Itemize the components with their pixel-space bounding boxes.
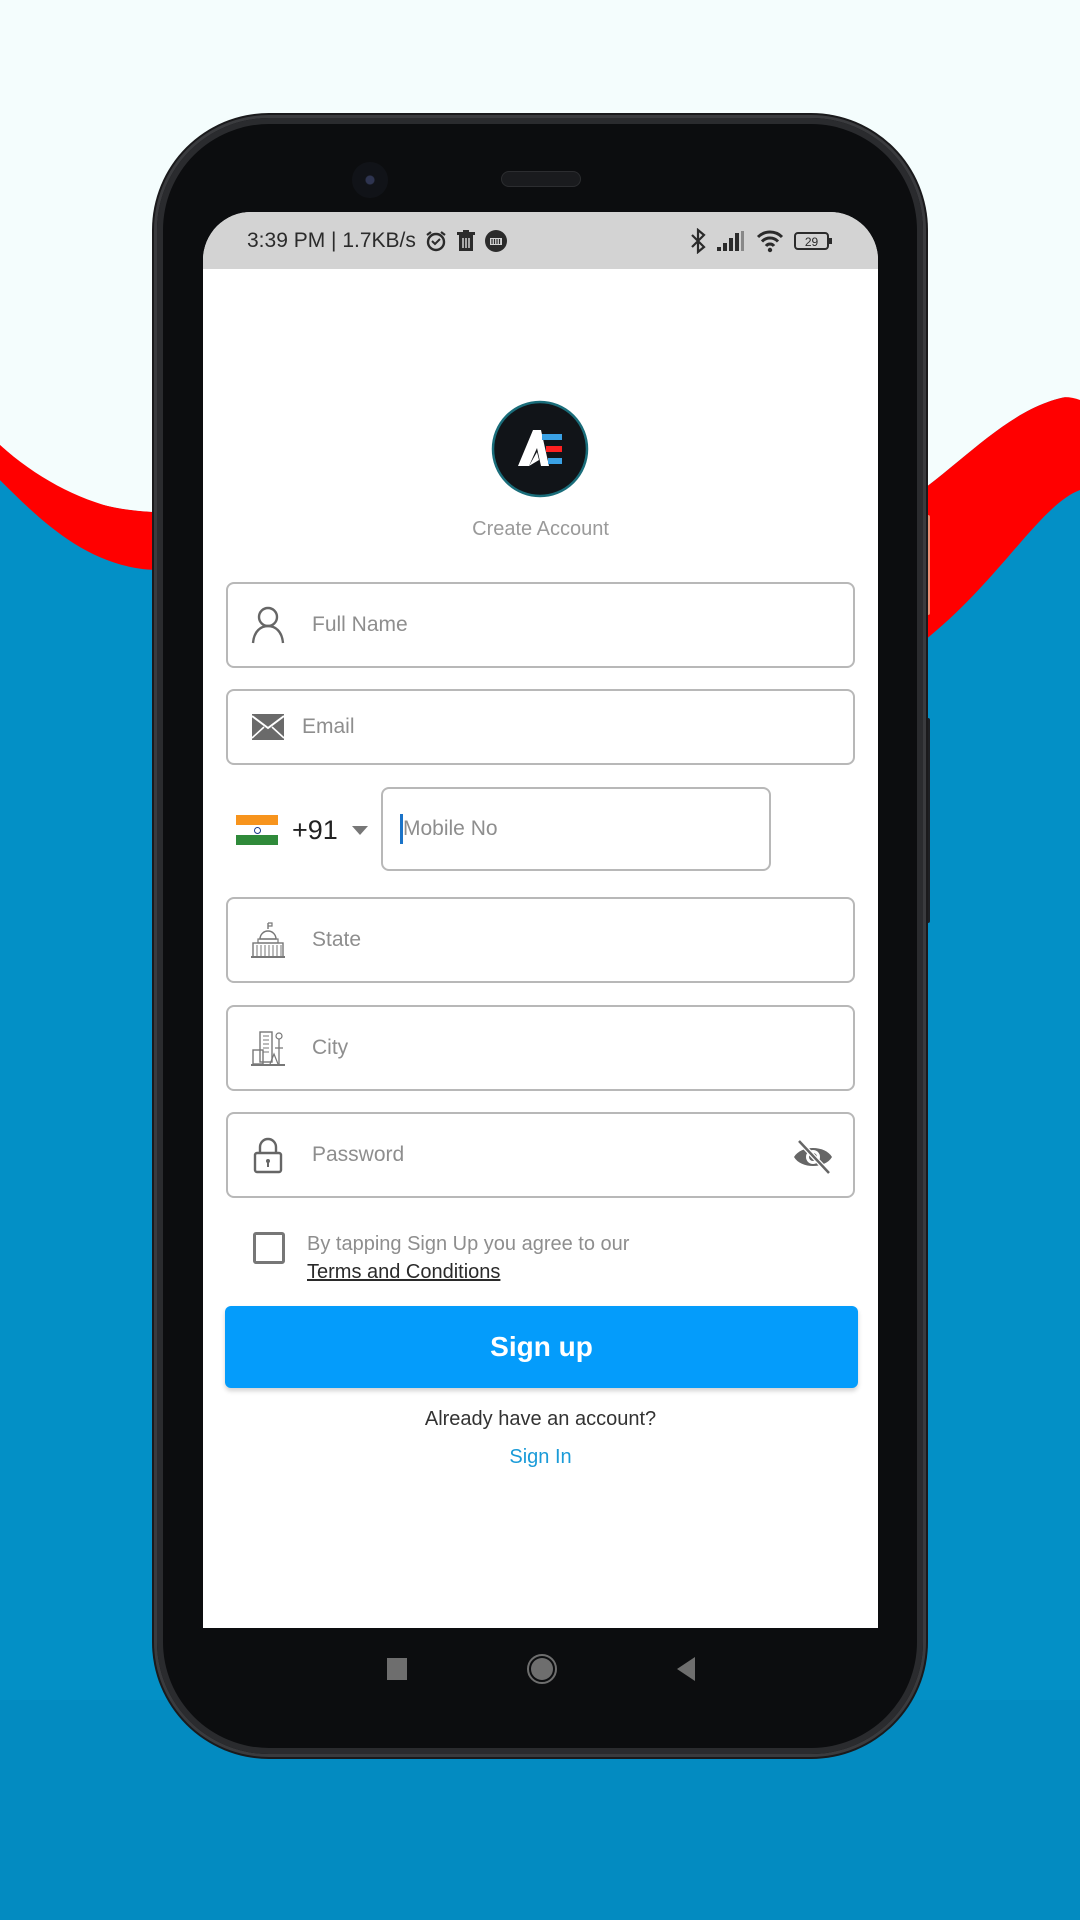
eye-off-icon[interactable] — [791, 1135, 835, 1179]
sign-in-link[interactable]: Sign In — [203, 1446, 878, 1469]
state-field[interactable]: State — [226, 897, 855, 983]
chevron-down-icon[interactable] — [351, 825, 368, 835]
mobile-row: +91 Mobile No — [226, 787, 855, 873]
city-field[interactable]: City — [226, 1005, 855, 1091]
home-button[interactable] — [526, 1654, 557, 1684]
battery-icon: 29 — [794, 231, 834, 251]
password-placeholder: Password — [312, 1143, 405, 1166]
sign-up-button[interactable]: Sign up — [225, 1306, 858, 1388]
status-bar: 3:39 PM | 1.7KB/s 29 — [203, 212, 878, 269]
terms-checkbox[interactable] — [253, 1232, 285, 1264]
power-button — [922, 515, 930, 615]
front-camera — [352, 162, 388, 198]
signal-icon — [716, 230, 746, 252]
email-field[interactable]: Email — [226, 689, 855, 765]
state-placeholder: State — [312, 928, 362, 951]
trash-icon — [456, 229, 476, 252]
bluetooth-icon — [690, 227, 706, 254]
app-notification-icon — [484, 229, 508, 253]
already-have-account-text: Already have an account? — [424, 1408, 657, 1430]
page-title: Create Account — [472, 518, 609, 540]
mobile-number-input[interactable]: Mobile No — [381, 787, 771, 871]
india-flag-icon[interactable] — [236, 815, 278, 845]
wifi-icon — [756, 229, 784, 253]
user-icon — [246, 603, 290, 647]
email-placeholder: Email — [302, 715, 355, 738]
mobile-placeholder: Mobile No — [403, 817, 498, 840]
full-name-field[interactable]: Full Name — [226, 582, 855, 668]
battery-level: 29 — [805, 235, 819, 249]
system-navigation-bar — [203, 1628, 878, 1710]
terms-text: By tapping Sign Up you agree to our Term… — [307, 1230, 629, 1286]
back-button[interactable] — [676, 1657, 695, 1681]
volume-button — [922, 718, 930, 923]
full-name-placeholder: Full Name — [312, 613, 408, 636]
terms-and-conditions-link[interactable]: Terms and Conditions — [307, 1258, 629, 1286]
status-time-speed: 3:39 PM | 1.7KB/s — [247, 228, 416, 252]
app-screen: 3:39 PM | 1.7KB/s 29 Create Account Full… — [203, 212, 878, 1628]
alarm-icon — [424, 229, 448, 253]
earpiece-speaker — [501, 171, 581, 187]
lock-icon — [246, 1133, 290, 1177]
app-logo — [491, 400, 589, 498]
city-placeholder: City — [312, 1036, 349, 1059]
terms-row: By tapping Sign Up you agree to our Term… — [253, 1230, 629, 1286]
terms-description: By tapping Sign Up you agree to our — [307, 1233, 630, 1255]
capitol-building-icon — [246, 918, 290, 962]
password-field[interactable]: Password — [226, 1112, 855, 1198]
country-code[interactable]: +91 — [292, 815, 338, 846]
mail-icon — [246, 705, 290, 749]
city-buildings-icon — [246, 1026, 290, 1070]
recents-button[interactable] — [386, 1658, 407, 1680]
